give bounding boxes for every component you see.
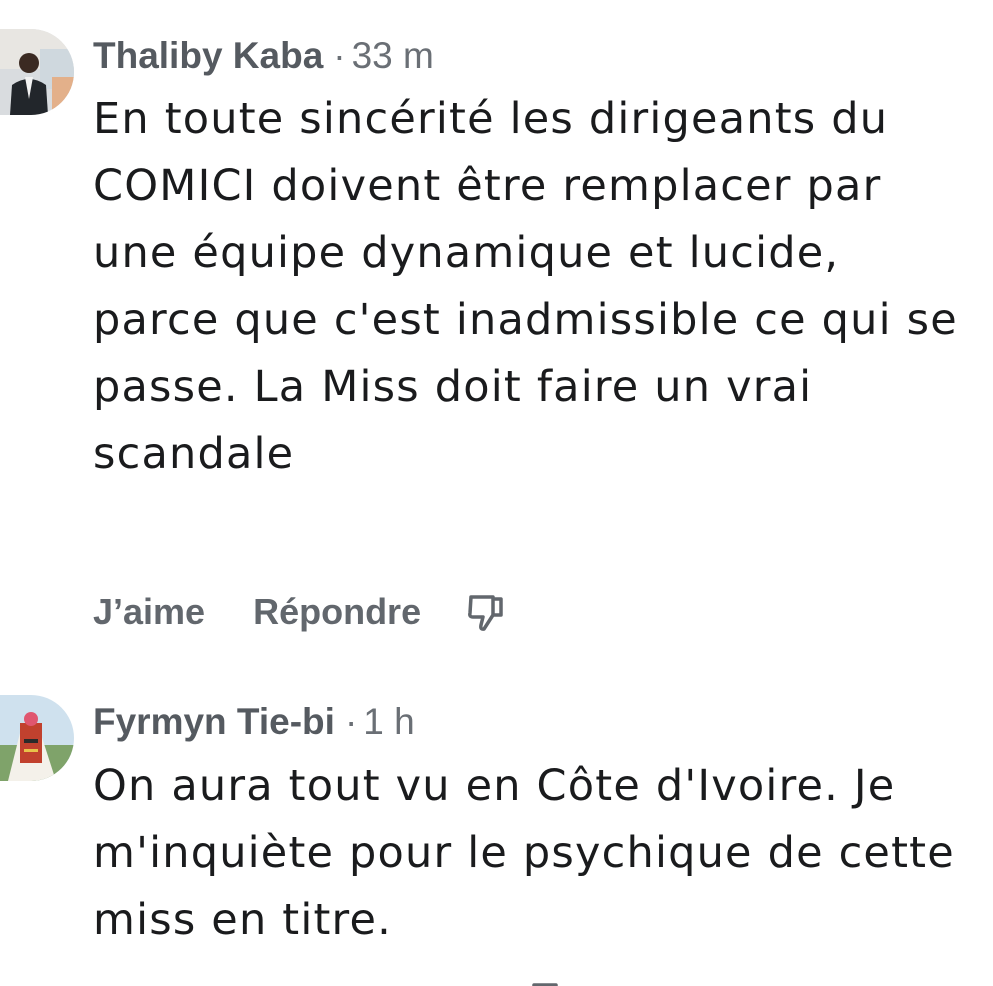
avatar[interactable] <box>0 695 74 781</box>
reply-button[interactable]: Répondre <box>253 591 421 633</box>
timestamp[interactable]: 33 m <box>352 35 434 76</box>
comment-meta: Thaliby Kaba · 33 m <box>93 34 434 78</box>
comment-meta: Fyrmyn Tie-bi · 1 h <box>93 700 415 744</box>
comment-text: On aura tout vu en Côte d'Ivoire. Je m'i… <box>93 761 955 945</box>
comment-text: En toute sincérité les dirigeants du COM… <box>93 94 958 479</box>
comment-2: Fyrmyn Tie-bi · 1 h On aura tout vu en Côt… <box>0 650 993 986</box>
thumbs-down-icon[interactable] <box>465 591 507 633</box>
thumbs-down-icon-partial <box>528 978 570 986</box>
timestamp[interactable]: 1 h <box>363 701 414 742</box>
avatar[interactable] <box>0 29 74 115</box>
separator-dot: · <box>333 35 346 76</box>
separator-dot: · <box>344 701 358 742</box>
comment-1: Thaliby Kaba · 33 m En toute sincérité les… <box>0 0 993 650</box>
like-button[interactable]: J’aime <box>93 591 205 633</box>
avatar-photo <box>0 29 74 115</box>
comment-actions: J’aime Répondre <box>93 590 507 634</box>
author-name[interactable]: Thaliby Kaba <box>93 35 323 76</box>
avatar-photo <box>0 695 74 781</box>
author-name[interactable]: Fyrmyn Tie-bi <box>93 701 335 742</box>
